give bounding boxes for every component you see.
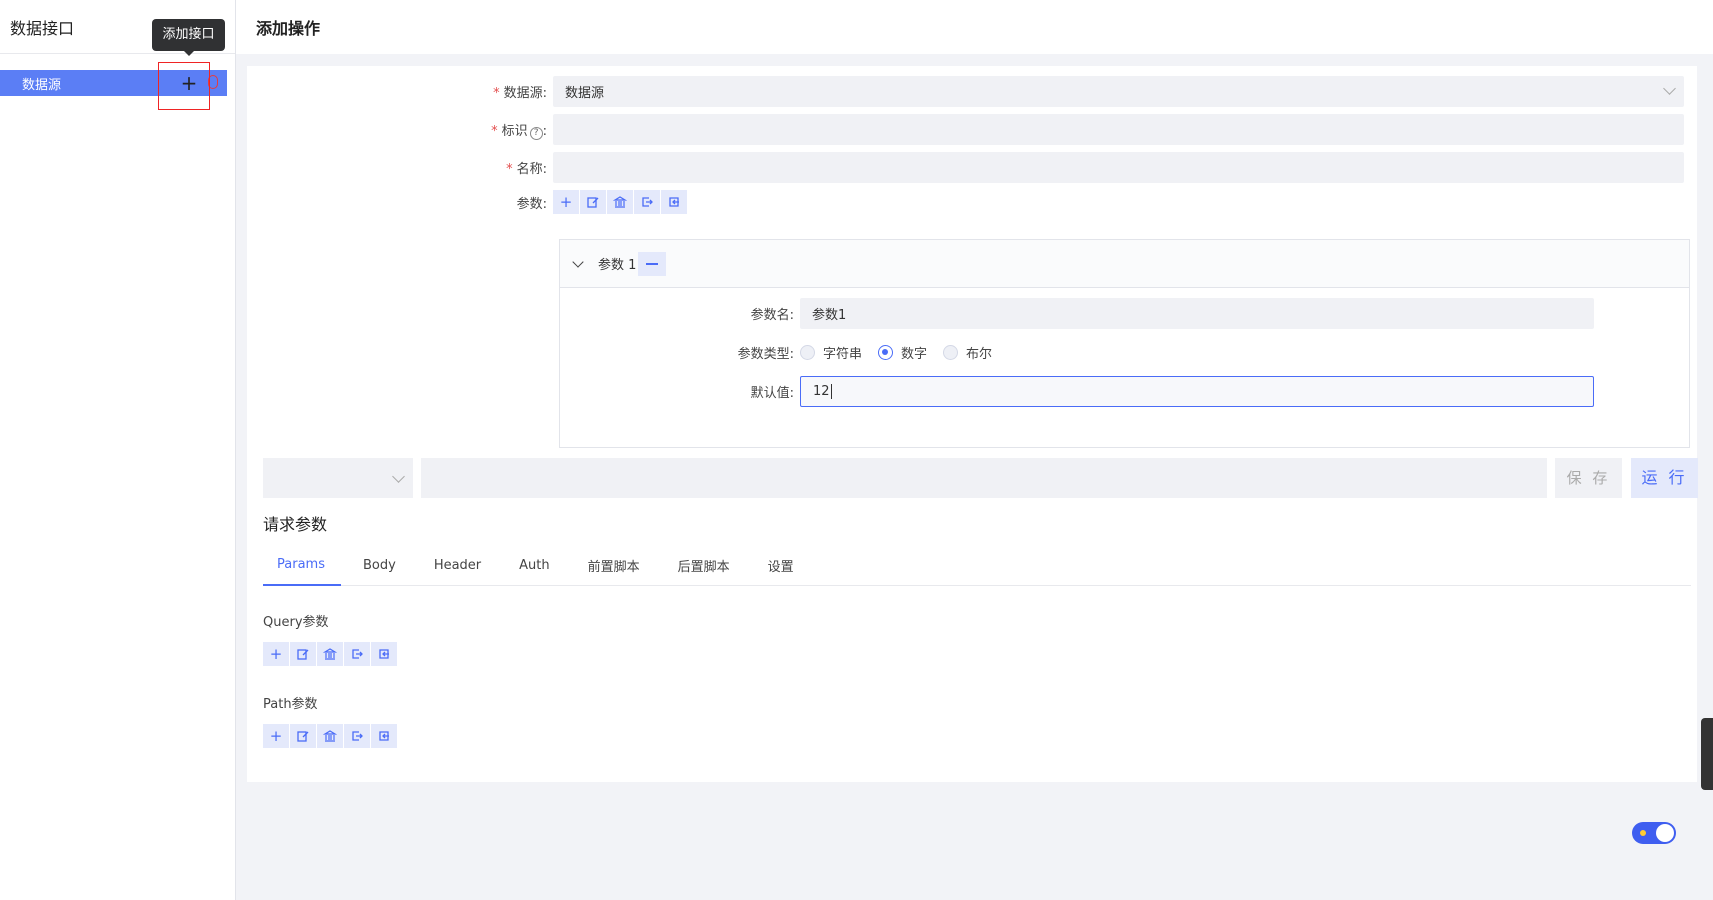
help-icon[interactable]: ? [529,126,543,140]
page-title: 添加操作 [236,0,1713,54]
radio-number[interactable]: 数字 [878,343,927,362]
export-icon[interactable] [634,190,661,214]
param-type-label: 参数类型: [737,347,794,362]
default-value-row: 默认值: 12 [560,376,1594,407]
chevron-down-icon[interactable] [572,255,584,268]
side-scroll-handle[interactable] [1701,718,1713,790]
default-value-label: 默认值: [750,386,794,401]
param-name-input[interactable]: 参数1 [800,298,1594,329]
save-button[interactable]: 保 存 [1555,458,1622,498]
edit-icon[interactable] [290,724,317,748]
request-params-title: 请求参数 [263,515,328,534]
param-panel-title: 参数 1 [598,258,637,273]
query-params-title: Query参数 [263,615,329,630]
chevron-down-icon [1663,82,1676,95]
name-row: * 名称: [247,152,1684,183]
identifier-input[interactable] [553,114,1684,145]
params-label: 参数: [516,196,547,212]
datasource-row: * 数据源: 数据源 [247,76,1684,107]
name-label: * 名称: [506,162,547,177]
toggle-knob [1656,824,1674,842]
plus-icon[interactable]: + [263,642,290,666]
param-panel-header[interactable]: 参数 1 [560,240,1689,288]
url-input[interactable] [421,458,1547,498]
main-area: 添加操作 * 数据源: 数据源 * 标识?: * 名称: 参数: + 参数 1 … [236,0,1713,900]
plus-icon[interactable]: + [263,724,290,748]
tree-more-icon[interactable] [208,75,218,89]
radio-boolean[interactable]: 布尔 [943,343,992,362]
minus-icon[interactable] [638,251,667,276]
param-name-label: 参数名: [750,308,794,323]
tab-params[interactable]: Params [263,544,341,586]
param-type-row: 参数类型: 字符串 数字 布尔 [560,337,1008,368]
export-icon[interactable] [344,724,371,748]
query-toolbar: + [263,642,398,666]
tab-pre-script[interactable]: 前置脚本 [574,544,656,586]
tree-add-icon[interactable]: + [178,70,200,96]
radio-dot-selected [878,345,894,360]
identifier-label: * 标识?: [491,123,547,140]
sidebar-item-label: 数据源 [22,77,62,93]
params-row: 参数: + [247,190,688,214]
request-tabs: Params Body Header Auth 前置脚本 后置脚本 设置 [263,544,1691,586]
tab-body[interactable]: Body [349,544,412,586]
import-icon[interactable] [661,190,688,214]
param-panel: 参数 1 参数名: 参数1 参数类型: 字符串 数字 布尔 默认值: 12 [559,239,1690,448]
radio-string[interactable]: 字符串 [800,343,862,362]
path-params-title: Path参数 [263,697,318,712]
add-interface-tooltip: 添加接口 [152,19,225,56]
tab-auth[interactable]: Auth [505,544,565,586]
tab-settings[interactable]: 设置 [754,544,810,586]
bank-icon[interactable] [607,190,634,214]
theme-toggle[interactable] [1632,822,1676,844]
run-button[interactable]: 运 行 [1631,458,1698,498]
edit-icon[interactable] [580,190,607,214]
bank-icon[interactable] [317,724,344,748]
import-icon[interactable] [371,724,398,748]
datasource-value: 数据源 [565,86,605,101]
sun-icon [1640,830,1646,836]
method-select[interactable] [263,458,413,498]
import-icon[interactable] [371,642,398,666]
default-value-text: 12 [813,384,830,399]
tab-post-script[interactable]: 后置脚本 [664,544,746,586]
bank-icon[interactable] [317,642,344,666]
param-name-value: 参数1 [812,308,847,323]
edit-icon[interactable] [290,642,317,666]
chevron-down-icon [392,470,405,483]
radio-dot [943,345,959,360]
name-input[interactable] [553,152,1684,183]
sidebar: 数据接口 + 添加接口 数据源 + [0,0,236,900]
identifier-row: * 标识?: [247,114,1684,145]
plus-icon[interactable]: + [553,190,580,214]
params-toolbar: + [553,190,688,214]
path-toolbar: + [263,724,398,748]
datasource-select[interactable]: 数据源 [553,76,1684,107]
request-bar: 保 存 运 行 [263,458,1698,498]
form-card: * 数据源: 数据源 * 标识?: * 名称: 参数: + 参数 1 参数名: … [247,66,1698,782]
radio-dot [800,345,815,360]
default-value-input[interactable]: 12 [800,376,1594,407]
param-name-row: 参数名: 参数1 [560,298,1594,329]
export-icon[interactable] [344,642,371,666]
text-cursor [830,384,832,399]
tab-header[interactable]: Header [420,544,497,586]
datasource-label: * 数据源: [493,86,547,101]
